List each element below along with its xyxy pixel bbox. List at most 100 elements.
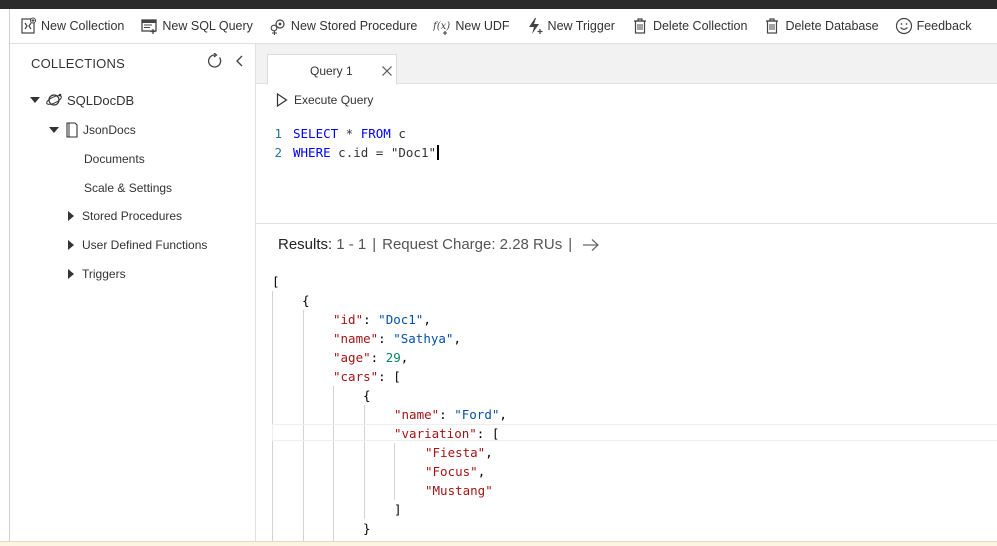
caret-expanded-icon <box>30 95 40 105</box>
delete-database-label: Delete Database <box>785 19 879 33</box>
line-number: 2 <box>274 145 282 160</box>
svg-text:f(x): f(x) <box>433 21 450 32</box>
scale-settings-label: Scale & Settings <box>84 181 173 195</box>
tree-item-stored-procedures[interactable]: Stored Procedures <box>66 209 182 223</box>
close-icon[interactable] <box>381 64 393 76</box>
tree-item-triggers[interactable]: Triggers <box>66 267 126 281</box>
new-trigger-button[interactable]: New Trigger <box>517 11 622 41</box>
tree-collection-jsondocs[interactable]: JsonDocs <box>49 122 136 138</box>
indent-guide <box>364 405 365 519</box>
json-line: { <box>363 386 371 405</box>
sidebar-title: COLLECTIONS <box>31 56 125 71</box>
execute-query-label: Execute Query <box>294 93 374 107</box>
json-key: "cars" <box>333 369 379 384</box>
delete-database-button[interactable]: Delete Database <box>754 11 885 41</box>
json-line: "name": "Sathya", <box>333 331 461 346</box>
json-line: "Focus", <box>425 464 486 479</box>
tab-strip: Query 1 <box>256 44 997 85</box>
json-string: "Doc1" <box>378 312 424 327</box>
new-trigger-label: New Trigger <box>547 19 615 33</box>
tree-item-documents[interactable]: Documents <box>84 152 145 166</box>
json-bracket: [ <box>272 274 280 289</box>
current-line-highlight <box>272 424 997 441</box>
results-header: Results: 1 - 1 | Request Charge: 2.28 RU… <box>278 236 600 253</box>
json-line: { <box>302 291 310 310</box>
collections-sidebar: COLLECTIONS SQLDocDB JsonDocs Documents … <box>11 44 256 544</box>
tree-item-udfs[interactable]: User Defined Functions <box>66 238 207 252</box>
sql-keyword: WHERE <box>293 145 331 160</box>
tab-label: Query 1 <box>310 64 353 78</box>
trash-icon <box>631 17 649 35</box>
new-collection-button[interactable]: New Collection <box>10 11 131 41</box>
json-string: "Focus" <box>425 464 478 479</box>
json-string: "Ford" <box>454 407 500 422</box>
database-icon <box>46 92 64 108</box>
json-line: "name": "Ford", <box>394 407 507 422</box>
new-collection-icon <box>19 17 37 35</box>
json-line: [ <box>272 272 280 291</box>
collection-icon <box>65 122 79 138</box>
json-string: "Fiesta" <box>425 445 486 460</box>
query-editor[interactable]: 1 SELECT * FROM c 2 WHERE c.id = "Doc1" <box>256 124 997 224</box>
json-key: "age" <box>333 350 371 365</box>
indent-guide <box>272 291 273 544</box>
json-brace: { <box>302 293 310 308</box>
documents-label: Documents <box>84 152 145 166</box>
request-charge: Request Charge: 2.28 RUs <box>382 236 563 253</box>
command-toolbar: New Collection New SQL Query New Stored … <box>10 9 997 44</box>
new-sql-query-icon <box>140 17 158 35</box>
indent-guide <box>333 386 334 544</box>
collection-label: JsonDocs <box>83 123 136 137</box>
json-key: "id" <box>333 312 364 327</box>
sql-text: c <box>390 126 406 141</box>
text-cursor <box>437 145 439 160</box>
new-stored-procedure-label: New Stored Procedure <box>290 19 418 33</box>
json-line: "cars": [ <box>333 369 401 384</box>
json-brace: } <box>363 521 371 536</box>
json-line: ] <box>394 500 402 519</box>
trash-icon <box>763 17 781 35</box>
line-number: 1 <box>274 126 282 141</box>
new-stored-procedure-button[interactable]: New Stored Procedure <box>260 11 424 41</box>
new-sql-query-button[interactable]: New SQL Query <box>131 11 260 41</box>
new-udf-button[interactable]: f(x) New UDF <box>424 11 516 41</box>
json-line: "id": "Doc1", <box>333 312 431 327</box>
json-line: "Mustang" <box>425 481 493 500</box>
sql-text: * <box>338 126 361 141</box>
editor-line: 1 SELECT * FROM c <box>256 124 406 143</box>
sql-string: "Doc1" <box>390 145 437 160</box>
new-sql-query-label: New SQL Query <box>162 19 253 33</box>
collapse-sidebar-icon[interactable] <box>233 53 245 69</box>
results-range: 1 - 1 <box>336 236 367 253</box>
refresh-icon[interactable] <box>207 52 223 69</box>
json-line: } <box>363 519 371 538</box>
feedback-button[interactable]: Feedback <box>886 11 979 41</box>
editor-results-divider <box>256 223 997 224</box>
stored-procedures-label: Stored Procedures <box>82 209 183 223</box>
json-string: "Sathya" <box>393 331 454 346</box>
json-bracket: ] <box>394 502 402 517</box>
sql-text: c.id = <box>330 145 391 160</box>
json-line: "age": 29, <box>333 350 409 365</box>
database-label: SQLDocDB <box>67 92 135 108</box>
json-line: "Fiesta", <box>425 445 493 460</box>
tree-database-sqldocdb[interactable]: SQLDocDB <box>30 92 134 108</box>
results-json-viewer[interactable]: [ { "id": "Doc1", "name": "Sathya", "age… <box>256 272 997 544</box>
arrow-right-icon[interactable] <box>582 238 600 252</box>
sql-keyword: FROM <box>360 126 391 141</box>
tree-item-scale-settings[interactable]: Scale & Settings <box>84 181 172 195</box>
indent-guide <box>394 443 395 500</box>
results-label: Results: <box>278 236 333 253</box>
json-brace: { <box>363 388 371 403</box>
delete-collection-button[interactable]: Delete Collection <box>622 11 755 41</box>
tab-query-1[interactable]: Query 1 <box>267 54 397 85</box>
caret-collapsed-icon <box>66 240 76 250</box>
udfs-label: User Defined Functions <box>82 238 208 252</box>
sql-keyword: SELECT <box>293 126 339 141</box>
left-edge <box>0 9 10 546</box>
execute-query-button[interactable]: Execute Query <box>276 93 373 107</box>
json-string: "Mustang" <box>425 483 493 498</box>
new-collection-label: New Collection <box>41 19 125 33</box>
caret-expanded-icon <box>49 125 59 135</box>
json-key: "name" <box>394 407 440 422</box>
